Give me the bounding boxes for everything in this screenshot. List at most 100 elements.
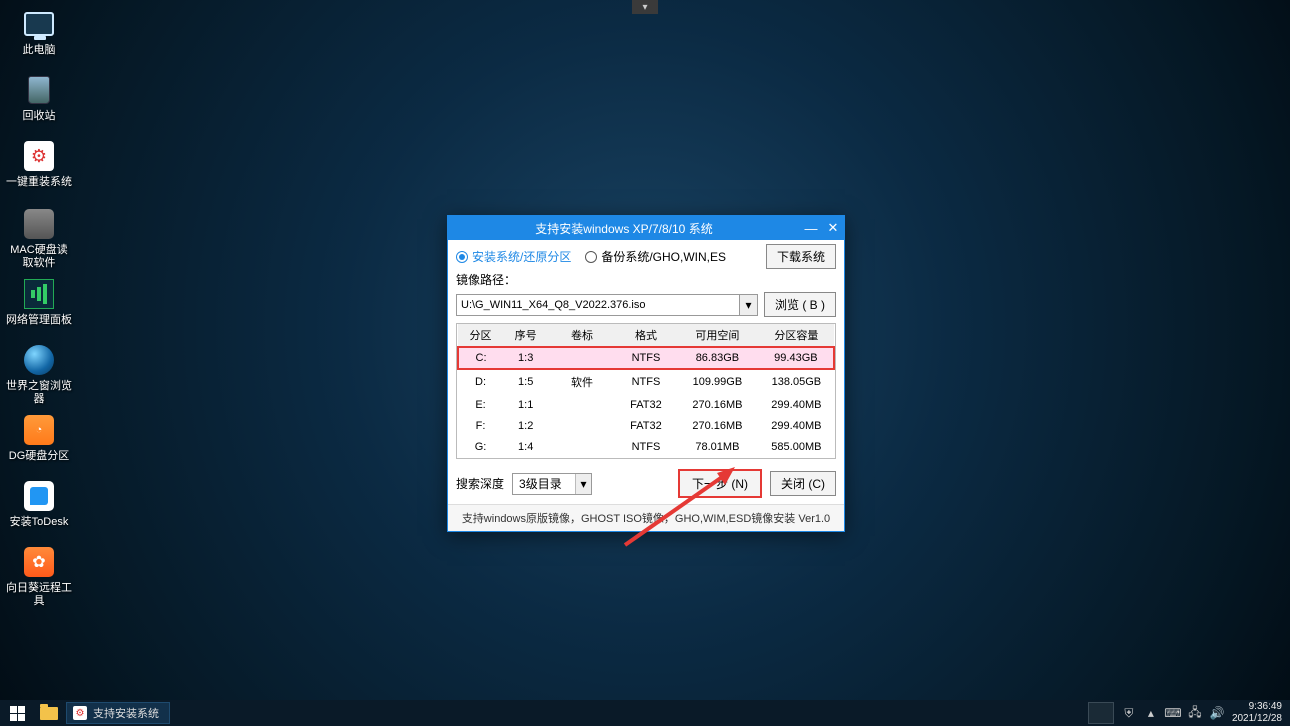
desktop-icon-label: MAC硬盘读 取软件 — [6, 244, 72, 270]
image-path-combo[interactable]: U:\G_WIN11_X64_Q8_V2022.376.iso ▾ — [456, 294, 758, 316]
table-row[interactable]: E:1:1 FAT32270.16MB299.40MB — [458, 395, 834, 416]
col-free-space: 可用空间 — [676, 324, 759, 347]
dropdown-arrow-icon[interactable]: ▾ — [740, 294, 758, 316]
desktop-icon-install-todesk[interactable]: 安装ToDesk — [6, 480, 72, 529]
table-cell: NTFS — [616, 347, 676, 369]
desktop-icon-label: 世界之窗浏览 器 — [6, 380, 72, 406]
table-cell: 1:4 — [503, 437, 548, 458]
sunflower-icon: ✿ — [24, 547, 54, 577]
table-header-row: 分区 序号 卷标 格式 可用空间 分区容量 — [458, 324, 834, 347]
tray-shield-icon[interactable]: ⛨ — [1122, 706, 1136, 720]
taskbar-clock[interactable]: 9:36:49 2021/12/28 — [1232, 701, 1282, 725]
dropdown-arrow-icon[interactable]: ▾ — [575, 474, 591, 494]
table-cell — [548, 416, 616, 437]
desktop-icon-label: DG硬盘分区 — [6, 450, 72, 463]
network-panel-icon — [24, 279, 54, 309]
table-cell: 299.40MB — [759, 416, 834, 437]
desktop-icon-mac-disk-reader[interactable]: MAC硬盘读 取软件 — [6, 208, 72, 270]
col-partition: 分区 — [458, 324, 503, 347]
radio-backup[interactable]: 备份系统/GHO,WIN,ES — [585, 248, 726, 265]
taskbar-running-installer[interactable]: ⚙ 支持安装系统 — [66, 702, 170, 724]
table-cell: 1:1 — [503, 395, 548, 416]
desktop-icon-label: 一键重装系统 — [6, 176, 72, 189]
table-cell: D: — [458, 369, 503, 395]
desktop-icon-label: 此电脑 — [6, 44, 72, 57]
table-cell: 99.43GB — [759, 347, 834, 369]
col-format: 格式 — [616, 324, 676, 347]
image-path-value[interactable]: U:\G_WIN11_X64_Q8_V2022.376.iso — [456, 294, 740, 316]
table-row[interactable]: D:1:5软件NTFS109.99GB138.05GB — [458, 369, 834, 395]
desktop-icon-one-key-install[interactable]: ⚙ 一键重装系统 — [6, 140, 72, 189]
table-cell: F: — [458, 416, 503, 437]
tray-keyboard-icon[interactable]: ⌨ — [1166, 706, 1180, 720]
table-cell: 270.16MB — [676, 416, 759, 437]
tray-box-icon[interactable] — [1088, 702, 1114, 724]
desktop-icon-this-pc[interactable]: 此电脑 — [6, 8, 72, 57]
search-depth-select[interactable]: 3级目录 ▾ — [512, 473, 592, 495]
table-cell: 585.00MB — [759, 437, 834, 458]
desktop-icon-sunflower-remote[interactable]: ✿ 向日葵远程工 具 — [6, 546, 72, 608]
globe-icon — [24, 345, 54, 375]
start-button[interactable] — [0, 700, 34, 726]
table-cell: FAT32 — [616, 416, 676, 437]
table-cell: 270.16MB — [676, 395, 759, 416]
dialog-footer-note: 支持windows原版镜像，GHOST ISO镜像，GHO,WIM,ESD镜像安… — [448, 504, 844, 531]
table-row[interactable]: G:1:4NTFS78.01MB585.00MB — [458, 437, 834, 458]
table-cell: C: — [458, 347, 503, 369]
system-tray: ⛨ ▴ ⌨ 🖧 🔊 9:36:49 2021/12/28 — [1082, 701, 1290, 725]
apple-icon — [24, 209, 54, 239]
col-sequence: 序号 — [503, 324, 548, 347]
close-button[interactable]: ✕ — [822, 218, 844, 238]
image-path-label: 镜像路径： — [456, 271, 836, 288]
desktop-icon-label: 安装ToDesk — [6, 516, 72, 529]
desktop-icon-label: 向日葵远程工 具 — [6, 582, 72, 608]
table-cell: FAT32 — [616, 395, 676, 416]
app-icon: ⚙ — [73, 706, 87, 720]
desktop-icon-network-panel[interactable]: 网络管理面板 — [6, 278, 72, 327]
table-cell: 1:3 — [503, 347, 548, 369]
install-dialog: 支持安装windows XP/7/8/10 系统 — ✕ 安装系统/还原分区 备… — [447, 215, 845, 532]
gear-icon: ⚙ — [24, 141, 54, 171]
taskbar-file-explorer[interactable] — [34, 700, 64, 726]
search-depth-value: 3级目录 — [513, 475, 575, 492]
dialog-titlebar[interactable]: 支持安装windows XP/7/8/10 系统 — ✕ — [448, 216, 844, 240]
radio-dot-icon — [456, 251, 468, 263]
table-cell: 299.40MB — [759, 395, 834, 416]
next-step-button[interactable]: 下一步 (N) — [678, 469, 762, 498]
radio-label: 备份系统/GHO,WIN,ES — [601, 248, 726, 265]
tray-expand-icon[interactable]: ▴ — [1144, 706, 1158, 720]
dialog-title: 支持安装windows XP/7/8/10 系统 — [448, 220, 800, 237]
taskbar: ⚙ 支持安装系统 ⛨ ▴ ⌨ 🖧 🔊 9:36:49 2021/12/28 — [0, 700, 1290, 726]
table-cell: G: — [458, 437, 503, 458]
desktop-icon-world-browser[interactable]: 世界之窗浏览 器 — [6, 344, 72, 406]
table-row[interactable]: C:1:3 NTFS86.83GB99.43GB — [458, 347, 834, 369]
radio-dot-icon — [585, 251, 597, 263]
desktop-icon-label: 回收站 — [6, 110, 72, 123]
table-row[interactable]: F:1:2FAT32270.16MB299.40MB — [458, 416, 834, 437]
radio-install-restore[interactable]: 安装系统/还原分区 — [456, 248, 571, 265]
desktop-icon-label: 网络管理面板 — [6, 314, 72, 327]
table-cell: E: — [458, 395, 503, 416]
search-depth-label: 搜索深度 — [456, 475, 504, 492]
table-cell — [548, 347, 616, 369]
folder-icon — [40, 707, 58, 720]
taskbar-app-label: 支持安装系统 — [93, 705, 159, 721]
table-cell — [548, 437, 616, 458]
table-cell: 86.83GB — [676, 347, 759, 369]
table-cell: 1:5 — [503, 369, 548, 395]
clock-date: 2021/12/28 — [1232, 713, 1282, 725]
recycle-bin-icon — [28, 76, 50, 104]
table-cell: NTFS — [616, 369, 676, 395]
desktop-icon-recycle-bin[interactable]: 回收站 — [6, 74, 72, 123]
browse-button[interactable]: 浏览 ( B ) — [764, 292, 836, 317]
table-cell — [548, 395, 616, 416]
tray-network-icon[interactable]: 🖧 — [1188, 706, 1202, 720]
download-system-button[interactable]: 下载系统 — [766, 244, 836, 269]
minimize-button[interactable]: — — [800, 218, 822, 238]
tray-volume-icon[interactable]: 🔊 — [1210, 706, 1224, 720]
col-capacity: 分区容量 — [759, 324, 834, 347]
table-cell: NTFS — [616, 437, 676, 458]
dg-disk-icon: ◔ — [24, 415, 54, 445]
desktop-icon-dg-partition[interactable]: ◔ DG硬盘分区 — [6, 414, 72, 463]
close-dialog-button[interactable]: 关闭 (C) — [770, 471, 836, 496]
